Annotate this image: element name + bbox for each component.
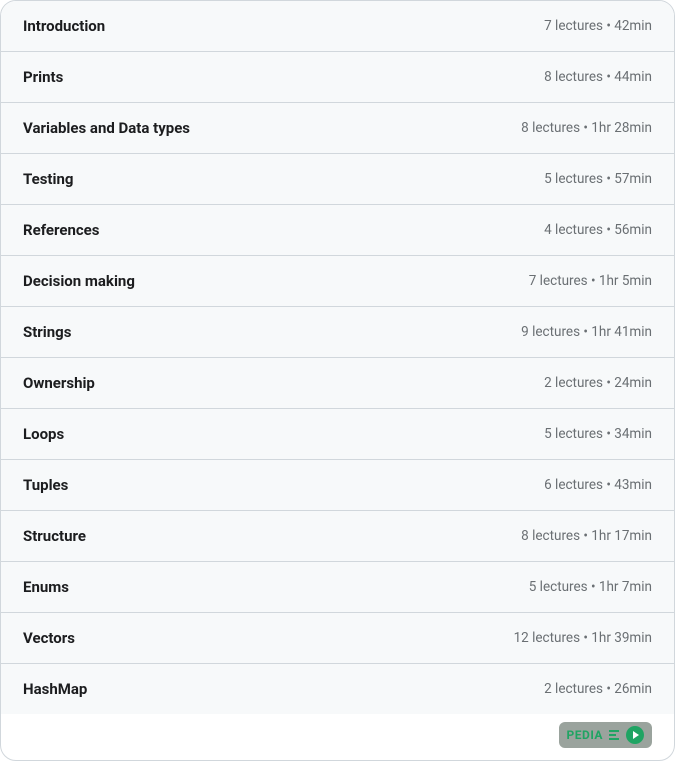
- section-meta: 4 lectures • 56min: [544, 222, 652, 238]
- section-meta: 6 lectures • 43min: [544, 477, 652, 493]
- section-meta: 2 lectures • 26min: [544, 681, 652, 697]
- section-row[interactable]: References 4 lectures • 56min: [1, 205, 674, 256]
- section-title: Loops: [23, 425, 64, 443]
- section-meta: 5 lectures • 1hr 7min: [529, 579, 652, 595]
- section-title: Testing: [23, 170, 73, 188]
- course-sections-panel: Introduction 7 lectures • 42min Prints 8 le…: [0, 0, 675, 761]
- watermark-badge: PEDIA: [559, 722, 652, 748]
- section-meta: 2 lectures • 24min: [544, 375, 652, 391]
- section-title: Structure: [23, 527, 86, 545]
- section-row[interactable]: HashMap 2 lectures • 26min: [1, 664, 674, 714]
- section-title: Prints: [23, 68, 63, 86]
- section-title: Enums: [23, 578, 69, 596]
- section-meta: 5 lectures • 57min: [544, 171, 652, 187]
- section-title: HashMap: [23, 680, 87, 698]
- section-title: Variables and Data types: [23, 119, 190, 137]
- section-row[interactable]: Enums 5 lectures • 1hr 7min: [1, 562, 674, 613]
- section-title: Introduction: [23, 17, 105, 35]
- section-meta: 8 lectures • 1hr 17min: [521, 528, 652, 544]
- section-meta: 7 lectures • 42min: [544, 18, 652, 34]
- badge-lines-icon: [609, 730, 619, 740]
- section-row[interactable]: Vectors 12 lectures • 1hr 39min: [1, 613, 674, 664]
- section-title: Strings: [23, 323, 71, 341]
- section-title: Vectors: [23, 629, 75, 647]
- section-row[interactable]: Loops 5 lectures • 34min: [1, 409, 674, 460]
- section-meta: 8 lectures • 1hr 28min: [521, 120, 652, 136]
- section-row[interactable]: Testing 5 lectures • 57min: [1, 154, 674, 205]
- section-meta: 9 lectures • 1hr 41min: [521, 324, 652, 340]
- section-title: Tuples: [23, 476, 68, 494]
- section-title: Decision making: [23, 272, 135, 290]
- play-icon: [626, 726, 644, 744]
- badge-text: PEDIA: [567, 728, 603, 742]
- section-row[interactable]: Introduction 7 lectures • 42min: [1, 1, 674, 52]
- section-row[interactable]: Strings 9 lectures • 1hr 41min: [1, 307, 674, 358]
- section-title: Ownership: [23, 374, 95, 392]
- section-row[interactable]: Variables and Data types 8 lectures • 1hr…: [1, 103, 674, 154]
- sections-list: Introduction 7 lectures • 42min Prints 8 le…: [1, 1, 674, 714]
- section-meta: 7 lectures • 1hr 5min: [529, 273, 652, 289]
- section-row[interactable]: Prints 8 lectures • 44min: [1, 52, 674, 103]
- section-row[interactable]: Structure 8 lectures • 1hr 17min: [1, 511, 674, 562]
- section-meta: 12 lectures • 1hr 39min: [514, 630, 652, 646]
- section-row[interactable]: Decision making 7 lectures • 1hr 5min: [1, 256, 674, 307]
- section-title: References: [23, 221, 100, 239]
- section-row[interactable]: Tuples 6 lectures • 43min: [1, 460, 674, 511]
- section-meta: 5 lectures • 34min: [544, 426, 652, 442]
- section-meta: 8 lectures • 44min: [544, 69, 652, 85]
- section-row[interactable]: Ownership 2 lectures • 24min: [1, 358, 674, 409]
